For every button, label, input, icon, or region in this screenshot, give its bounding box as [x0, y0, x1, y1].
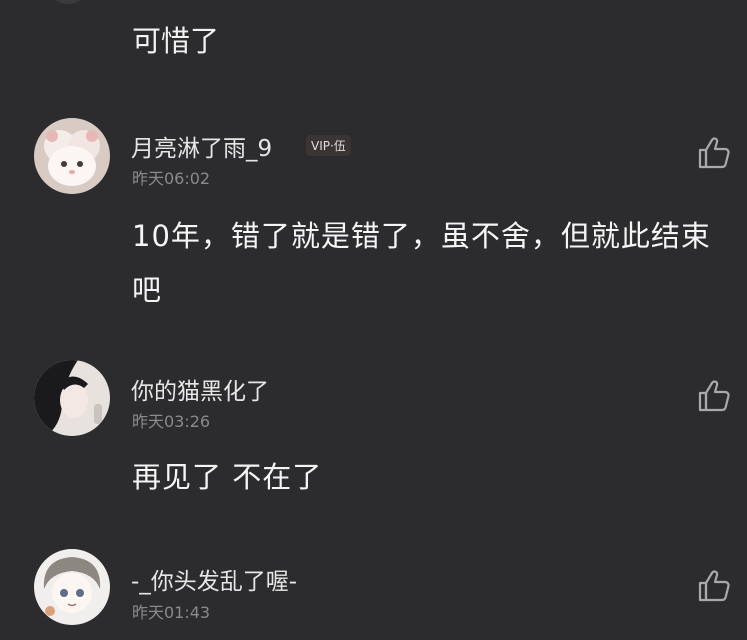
timestamp: 昨天06:02	[132, 169, 211, 188]
like-button[interactable]	[694, 566, 734, 606]
thumbs-up-icon	[698, 570, 730, 602]
vip-badge: VIP·伍	[306, 135, 351, 156]
thumbs-up-icon	[698, 380, 730, 412]
username[interactable]: -_你头发乱了喔-	[131, 562, 297, 596]
avatar[interactable]	[48, 0, 88, 4]
like-button[interactable]	[694, 133, 734, 173]
avatar[interactable]	[34, 549, 110, 625]
comment-feed[interactable]: 可惜了 月亮淋了雨_9 VIP·伍 昨天06:02 10年，错了就是错了，虽不舍…	[0, 0, 747, 640]
timestamp: 昨天03:26	[132, 412, 211, 431]
username[interactable]: 月亮淋了雨_9	[131, 129, 272, 163]
avatar[interactable]	[34, 360, 110, 436]
comment-body: 可惜了	[132, 24, 220, 58]
timestamp: 昨天01:43	[132, 603, 211, 622]
username[interactable]: 你的猫黑化了	[131, 372, 269, 406]
comment-body: 10年，错了就是错了，虽不舍，但就此结束吧	[132, 219, 711, 307]
comment-body: 再见了 不在了	[132, 460, 323, 494]
thumbs-up-icon	[698, 137, 730, 169]
like-button[interactable]	[694, 376, 734, 416]
avatar[interactable]	[34, 118, 110, 194]
